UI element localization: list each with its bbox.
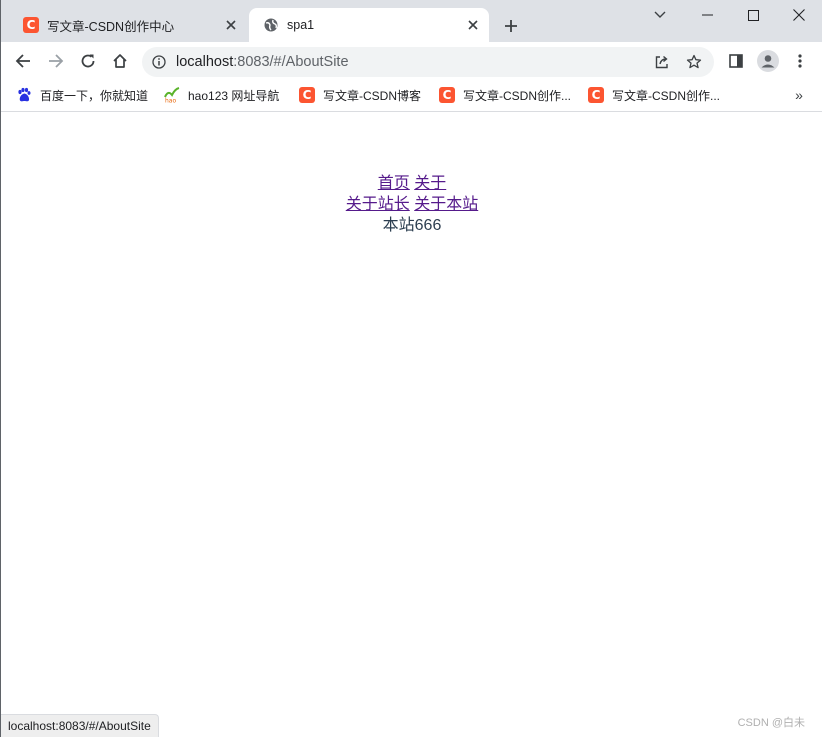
bookmark-hao123[interactable]: hao hao123 网址导航 [164, 84, 279, 106]
bookmark-label: 写文章-CSDN创作... [463, 88, 572, 103]
reload-icon [81, 54, 95, 68]
bookmark-label: 写文章-CSDN创作... [612, 88, 721, 103]
csdn-icon: C [23, 17, 39, 33]
side-panel-icon [729, 54, 743, 68]
bookmark-label: 写文章-CSDN博客 [323, 88, 421, 103]
globe-icon [263, 17, 279, 33]
menu-button[interactable] [786, 47, 814, 75]
forward-button[interactable] [42, 47, 70, 75]
csdn-icon: C [588, 87, 604, 103]
csdn-icon: C [299, 87, 315, 103]
more-bookmarks-button[interactable]: » [789, 84, 809, 106]
reload-button[interactable] [74, 47, 102, 75]
share-icon[interactable] [652, 52, 672, 72]
side-panel-button[interactable] [722, 47, 750, 75]
sub-nav: 关于站长 关于本站 [1, 194, 822, 215]
browser-window: C 写文章-CSDN创作中心 spa1 localhost:8083/#/Abo… [0, 0, 822, 737]
nav-link-home[interactable]: 首页 [378, 175, 410, 192]
status-bubble: localhost:8083/#/AboutSite [1, 714, 159, 737]
tab-title: spa1 [287, 18, 315, 32]
svg-text:hao: hao [165, 98, 176, 104]
profile-button[interactable] [754, 47, 782, 75]
bookmark-csdn-create-2[interactable]: C 写文章-CSDN创作... [588, 84, 720, 106]
close-icon[interactable] [221, 15, 241, 35]
tab-strip: C 写文章-CSDN创作中心 spa1 [1, 0, 822, 42]
star-icon[interactable] [684, 52, 704, 72]
close-icon [793, 9, 805, 21]
tab-search-button[interactable] [637, 0, 683, 30]
baidu-paw-icon [16, 87, 32, 103]
bookmark-baidu[interactable]: 百度一下，你就知道 [16, 84, 148, 106]
content-text: 本站666 [382, 217, 442, 234]
address-bar[interactable]: localhost:8083/#/AboutSite [142, 47, 714, 77]
minimize-icon [701, 14, 713, 16]
info-icon[interactable] [150, 53, 168, 71]
nav-link-about-owner[interactable]: 关于站长 [346, 196, 410, 213]
nav-link-about-site[interactable]: 关于本站 [414, 196, 478, 213]
hao123-icon: hao [164, 87, 180, 105]
plus-icon [505, 20, 517, 32]
back-button[interactable] [9, 47, 37, 75]
arrow-left-icon [15, 54, 30, 68]
nav-link-about[interactable]: 关于 [414, 175, 446, 192]
bookmarks-bar: 百度一下，你就知道 hao hao123 网址导航 C 写文章-CSDN博客 C… [1, 80, 822, 112]
page-viewport: 首页 关于 关于站长 关于本站 本站666 [1, 112, 822, 737]
minimize-button[interactable] [684, 0, 730, 30]
watermark: CSDN @白未 [737, 717, 805, 729]
new-tab-button[interactable] [499, 14, 523, 38]
bookmark-label: hao123 网址导航 [188, 88, 280, 103]
main-nav: 首页 关于 [1, 173, 822, 194]
tab-title: 写文章-CSDN创作中心 [47, 19, 175, 34]
home-button[interactable] [106, 47, 134, 75]
maximize-button[interactable] [730, 0, 776, 30]
chevron-down-icon [654, 11, 666, 18]
url-path: :8083/#/AboutSite [233, 54, 349, 70]
maximize-icon [747, 9, 759, 21]
close-icon[interactable] [463, 15, 483, 35]
bookmark-csdn-blog[interactable]: C 写文章-CSDN博客 [299, 84, 421, 106]
tab-spa1[interactable]: spa1 [249, 8, 489, 42]
app-root: 首页 关于 关于站长 关于本站 本站666 [1, 173, 822, 236]
home-icon [113, 54, 127, 68]
arrow-right-icon [49, 54, 64, 68]
url-host: localhost [176, 54, 234, 70]
close-window-button[interactable] [776, 0, 822, 30]
avatar-icon [757, 50, 779, 72]
url-text[interactable]: localhost:8083/#/AboutSite [176, 47, 349, 77]
more-vert-icon [798, 54, 802, 68]
csdn-icon: C [439, 87, 455, 103]
tab-csdn[interactable]: C 写文章-CSDN创作中心 [9, 8, 247, 42]
bookmark-csdn-create-1[interactable]: C 写文章-CSDN创作... [439, 84, 571, 106]
browser-toolbar: localhost:8083/#/AboutSite [1, 42, 822, 80]
bookmark-label: 百度一下，你就知道 [40, 88, 149, 103]
